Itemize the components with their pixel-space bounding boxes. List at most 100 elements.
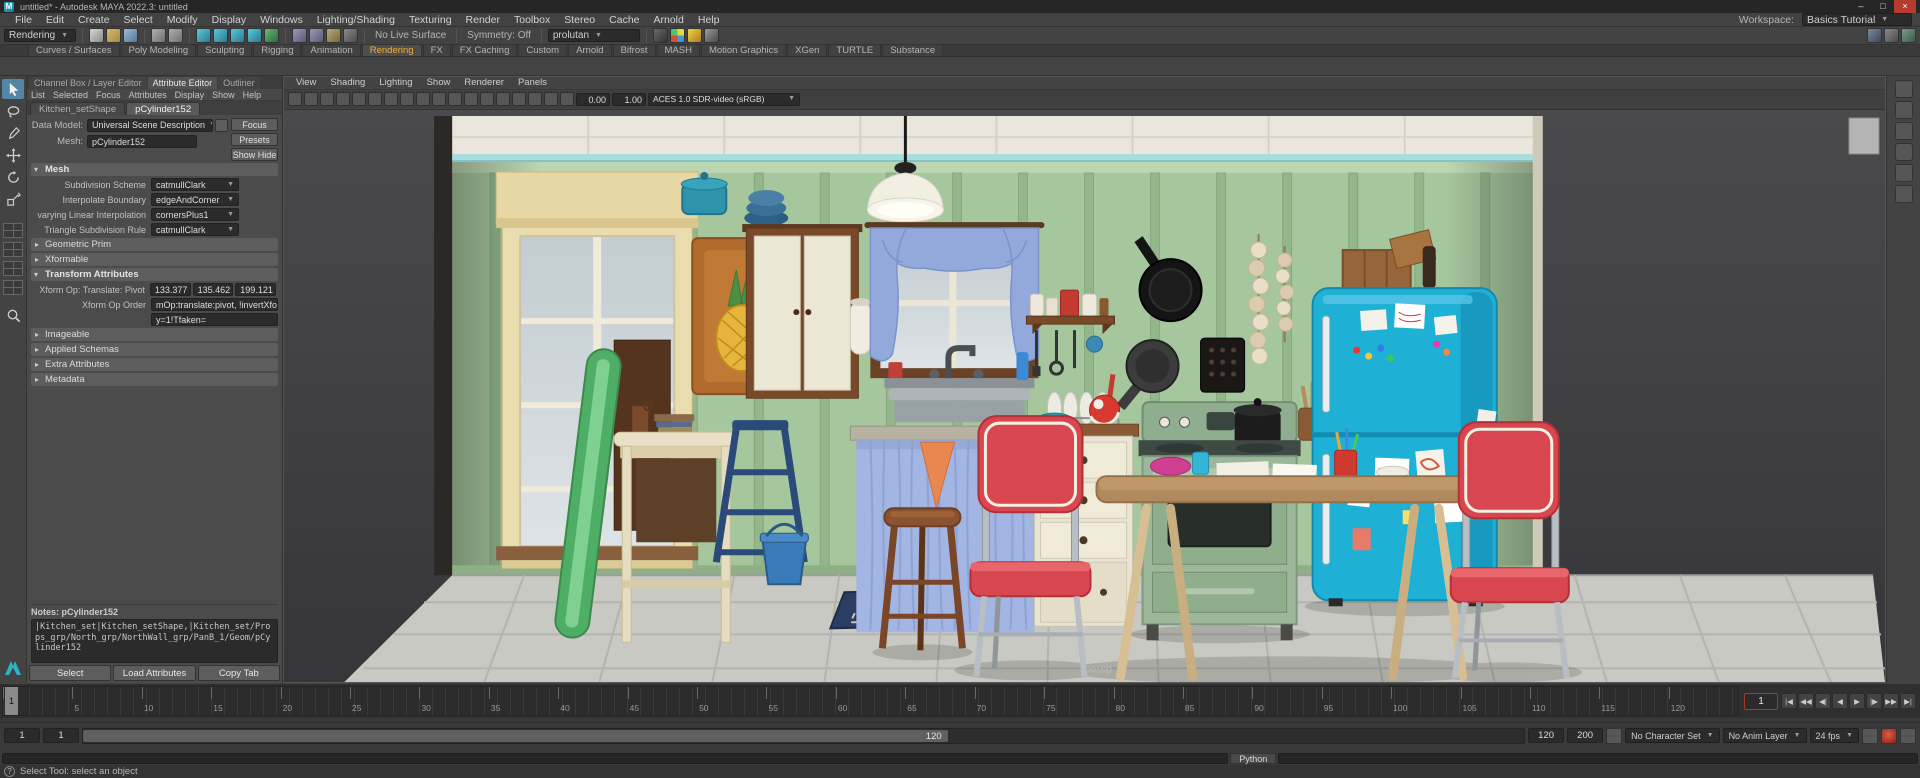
frame-tick-45[interactable]: 45 [628, 687, 697, 715]
section-imageable[interactable]: Imageable [31, 328, 278, 341]
undo-icon[interactable] [151, 28, 166, 43]
focus-button[interactable]: Focus [231, 118, 278, 131]
viewport-menu-renderer[interactable]: Renderer [458, 77, 510, 88]
film-gate-icon[interactable] [320, 92, 334, 106]
shelf-tab-rigging[interactable]: Rigging [253, 44, 301, 56]
textured-mode-icon[interactable] [448, 92, 462, 106]
symmetry-label[interactable]: Symmetry: Off [463, 30, 535, 41]
frame-tick-100[interactable]: 100 [1391, 687, 1460, 715]
lasso-tool-button[interactable] [2, 101, 24, 121]
auto-keyframe-toggle-icon[interactable] [1881, 728, 1897, 744]
viewport-canvas[interactable]: persp [284, 110, 1885, 682]
range-slider-handle[interactable]: 120 [83, 730, 948, 742]
section-xformable[interactable]: Xformable [31, 253, 278, 266]
shelf-tab-substance[interactable]: Substance [882, 44, 943, 56]
frame-tick-50[interactable]: 50 [697, 687, 766, 715]
frame-tick-65[interactable]: 65 [905, 687, 974, 715]
menu-file[interactable]: File [8, 14, 39, 26]
isolate-select-icon[interactable] [544, 92, 558, 106]
character-set-key-icon[interactable] [1606, 728, 1622, 744]
time-slider-track[interactable]: 0510152025303540455055606570758085909510… [2, 686, 1739, 716]
frame-tick-90[interactable]: 90 [1252, 687, 1321, 715]
shelf-tab-curves-surfaces[interactable]: Curves / Surfaces [28, 44, 120, 56]
playback-button-6[interactable]: ▶▶ [1883, 693, 1899, 709]
playback-button-5[interactable]: |▶ [1866, 693, 1882, 709]
load-attributes-button[interactable]: Load Attributes [113, 665, 195, 681]
tool-settings-toggle-icon[interactable] [1884, 28, 1899, 43]
frame-tick-15[interactable]: 15 [211, 687, 280, 715]
frame-tick-115[interactable]: 115 [1599, 687, 1668, 715]
animation-end-field[interactable]: 200 [1567, 728, 1603, 743]
frame-tick-60[interactable]: 60 [836, 687, 905, 715]
current-frame-marker[interactable]: 1 [5, 687, 18, 715]
frame-tick-30[interactable]: 30 [419, 687, 488, 715]
open-render-view-icon[interactable] [653, 28, 668, 43]
use-all-lights-icon[interactable] [464, 92, 478, 106]
make-live-icon[interactable] [264, 28, 279, 43]
frame-tick-10[interactable]: 10 [142, 687, 211, 715]
open-scene-icon[interactable] [106, 28, 121, 43]
layout-single-pane-button[interactable] [3, 223, 23, 238]
layout-hypershade-button[interactable] [3, 280, 23, 295]
copy-tab-button[interactable]: Copy Tab [198, 665, 280, 681]
frame-tick-75[interactable]: 75 [1044, 687, 1113, 715]
interpolate-boundary-dropdown[interactable]: edgeAndCorner▼ [151, 193, 239, 206]
uv-editor-toggle-icon[interactable] [1895, 164, 1913, 182]
shelf-tab-mash[interactable]: MASH [657, 44, 700, 56]
range-slider-track[interactable]: 120 [82, 728, 1525, 744]
snap-to-plane-icon[interactable] [247, 28, 262, 43]
command-language-toggle[interactable]: Python [1230, 753, 1276, 764]
shelf-tab-motion-graphics[interactable]: Motion Graphics [701, 44, 786, 56]
render-current-frame-icon[interactable] [670, 28, 685, 43]
tab-attribute-editor[interactable]: Attribute Editor [148, 77, 218, 89]
playback-button-7[interactable]: ▶| [1900, 693, 1916, 709]
wall-vent[interactable] [1201, 338, 1245, 392]
render-view-toggle-icon[interactable] [1895, 143, 1913, 161]
close-button[interactable]: × [1894, 0, 1916, 13]
pivot-x-field[interactable]: 133.377 [150, 283, 191, 296]
playback-speed-icon[interactable] [1862, 728, 1878, 744]
layout-four-view-button[interactable] [3, 242, 23, 257]
fps-selector[interactable]: 24 fps▼ [1810, 728, 1859, 743]
frame-tick-40[interactable]: 40 [558, 687, 627, 715]
paper-towel-roll[interactable] [850, 298, 870, 354]
snap-to-point-icon[interactable] [230, 28, 245, 43]
graph-editor-toggle-icon[interactable] [1895, 101, 1913, 119]
menu-select[interactable]: Select [117, 14, 160, 26]
menu-stereo[interactable]: Stereo [557, 14, 602, 26]
shelf-tab-bifrost[interactable]: Bifrost [613, 44, 656, 56]
attribute-editor-toggle-icon[interactable] [1867, 28, 1882, 43]
minimize-button[interactable]: – [1850, 0, 1872, 13]
frame-tick-35[interactable]: 35 [489, 687, 558, 715]
ae-menu-display[interactable]: Display [175, 90, 205, 100]
colorspace-dropdown[interactable]: ACES 1.0 SDR-video (sRGB)▼ [648, 93, 800, 106]
shaded-mode-icon[interactable] [432, 92, 446, 106]
ae-menu-show[interactable]: Show [212, 90, 235, 100]
redo-icon[interactable] [168, 28, 183, 43]
shelf-tab-rendering[interactable]: Rendering [362, 44, 422, 56]
select-button[interactable]: Select [29, 665, 111, 681]
ae-menu-focus[interactable]: Focus [96, 90, 121, 100]
frame-tick-105[interactable]: 105 [1461, 687, 1530, 715]
input-connections-icon[interactable] [292, 28, 307, 43]
safe-action-icon[interactable] [384, 92, 398, 106]
frame-tick-85[interactable]: 85 [1183, 687, 1252, 715]
zoom-magnifier-tool-button[interactable] [2, 305, 24, 325]
help-icon[interactable]: ? [4, 766, 15, 777]
node-editor-toggle-icon[interactable] [1895, 185, 1913, 203]
output-connections-icon[interactable] [309, 28, 324, 43]
exposure-field[interactable]: 0.00 [576, 93, 610, 106]
floating-panel[interactable] [1849, 118, 1879, 154]
render-settings-icon[interactable] [704, 28, 719, 43]
xform-op-order-field-1[interactable]: mOp:translate:pivot, !invertXformO... [151, 298, 278, 311]
save-scene-icon[interactable] [123, 28, 138, 43]
section-metadata[interactable]: Metadata [31, 373, 278, 386]
shelf-tab-poly-modeling[interactable]: Poly Modeling [121, 44, 197, 56]
anim-layer-selector[interactable]: No Anim Layer▼ [1723, 728, 1807, 743]
playback-button-3[interactable]: ◀ [1832, 693, 1848, 709]
motion-blur-icon[interactable] [512, 92, 526, 106]
menu-lighting-shading[interactable]: Lighting/Shading [310, 14, 402, 26]
menu-render[interactable]: Render [459, 14, 507, 26]
ae-menu-selected[interactable]: Selected [53, 90, 88, 100]
select-camera-icon[interactable] [288, 92, 302, 106]
